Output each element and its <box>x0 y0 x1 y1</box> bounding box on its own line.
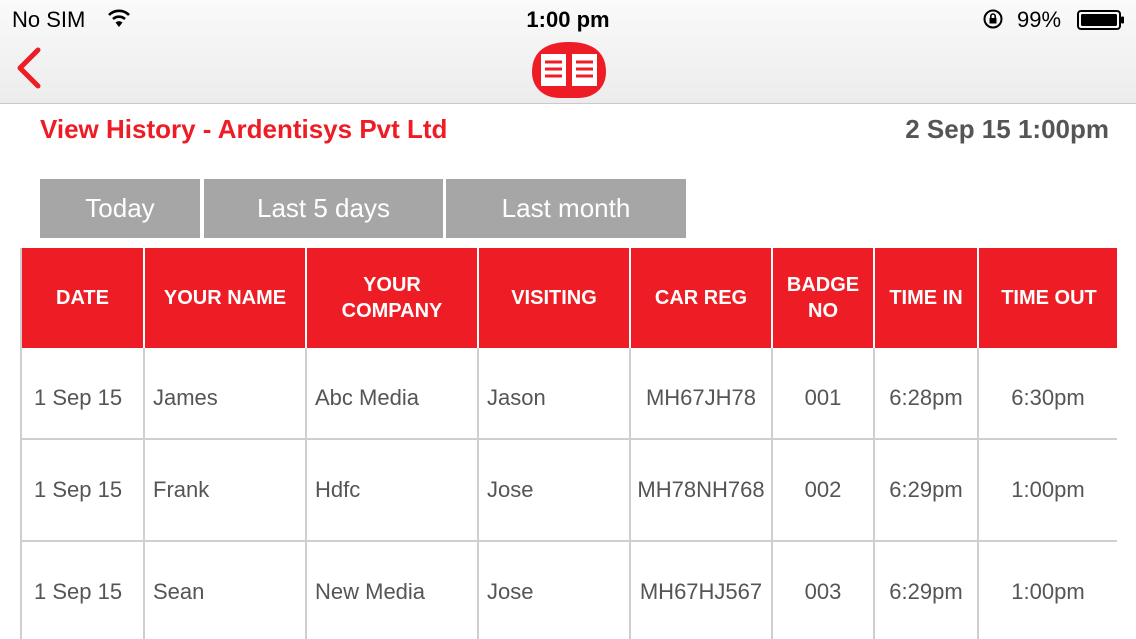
cell-visiting: Jose <box>479 440 631 540</box>
history-table: DATE YOUR NAME YOUR COMPANY VISITING CAR… <box>20 248 1117 639</box>
column-header-badge-no-label: BADGE NO <box>786 274 860 322</box>
rotation-lock-icon <box>983 9 1003 29</box>
page-title: View History - Ardentisys Pvt Ltd <box>40 114 448 144</box>
column-header-time-in: TIME IN <box>875 248 979 348</box>
cell-car-reg: MH78NH768 <box>631 440 773 540</box>
table-row[interactable]: 1 Sep 15 Frank Hdfc Jose MH78NH768 002 6… <box>22 438 1117 540</box>
cell-your-company: Hdfc <box>307 440 479 540</box>
filter-today-button[interactable]: Today <box>40 179 200 238</box>
cell-badge-no: 003 <box>773 542 875 639</box>
column-header-time-out: TIME OUT <box>979 248 1117 348</box>
battery-percent: 99% <box>1017 7 1062 32</box>
cell-your-company: New Media <box>307 542 479 639</box>
cell-your-company: Abc Media <box>307 348 479 448</box>
cell-date: 1 Sep 15 <box>22 440 145 540</box>
column-header-visiting: VISITING <box>479 248 631 348</box>
cell-badge-no: 001 <box>773 348 875 448</box>
cell-time-in: 6:29pm <box>875 542 979 639</box>
cell-time-out: 1:00pm <box>979 440 1117 540</box>
app-logo <box>528 42 610 98</box>
battery-icon <box>1077 10 1124 30</box>
filter-last-5-days-button[interactable]: Last 5 days <box>204 179 443 238</box>
cell-time-in: 6:28pm <box>875 348 979 448</box>
cell-time-out: 6:30pm <box>979 348 1117 448</box>
cell-visiting: Jason <box>479 348 631 448</box>
cell-your-name: Frank <box>145 440 307 540</box>
column-header-car-reg: CAR REG <box>631 248 773 348</box>
column-header-your-name: YOUR NAME <box>145 248 307 348</box>
cell-time-in: 6:29pm <box>875 440 979 540</box>
status-time: 1:00 pm <box>526 7 610 32</box>
filter-last-month-button[interactable]: Last month <box>446 179 686 238</box>
cell-car-reg: MH67HJ567 <box>631 542 773 639</box>
status-bar: No SIM 1:00 pm 99% <box>0 0 1136 40</box>
column-header-badge-no: BADGE NO <box>773 248 875 348</box>
chevron-left-icon <box>17 47 41 89</box>
column-header-your-company-label: YOUR COMPANY <box>341 274 443 322</box>
cell-your-name: Sean <box>145 542 307 639</box>
cell-your-name: James <box>145 348 307 448</box>
cell-time-out: 1:00pm <box>979 542 1117 639</box>
cell-visiting: Jose <box>479 542 631 639</box>
table-row[interactable]: 1 Sep 15 Sean New Media Jose MH67HJ567 0… <box>22 540 1117 639</box>
cell-date: 1 Sep 15 <box>22 348 145 448</box>
table-row[interactable]: 1 Sep 15 James Abc Media Jason MH67JH78 … <box>22 348 1117 450</box>
column-header-date: DATE <box>22 248 145 348</box>
column-header-your-company: YOUR COMPANY <box>307 248 479 348</box>
cell-date: 1 Sep 15 <box>22 542 145 639</box>
cell-badge-no: 002 <box>773 440 875 540</box>
current-datetime: 2 Sep 15 1:00pm <box>905 114 1109 144</box>
open-book-icon <box>532 42 606 98</box>
cell-car-reg: MH67JH78 <box>631 348 773 448</box>
back-button[interactable] <box>12 44 48 92</box>
